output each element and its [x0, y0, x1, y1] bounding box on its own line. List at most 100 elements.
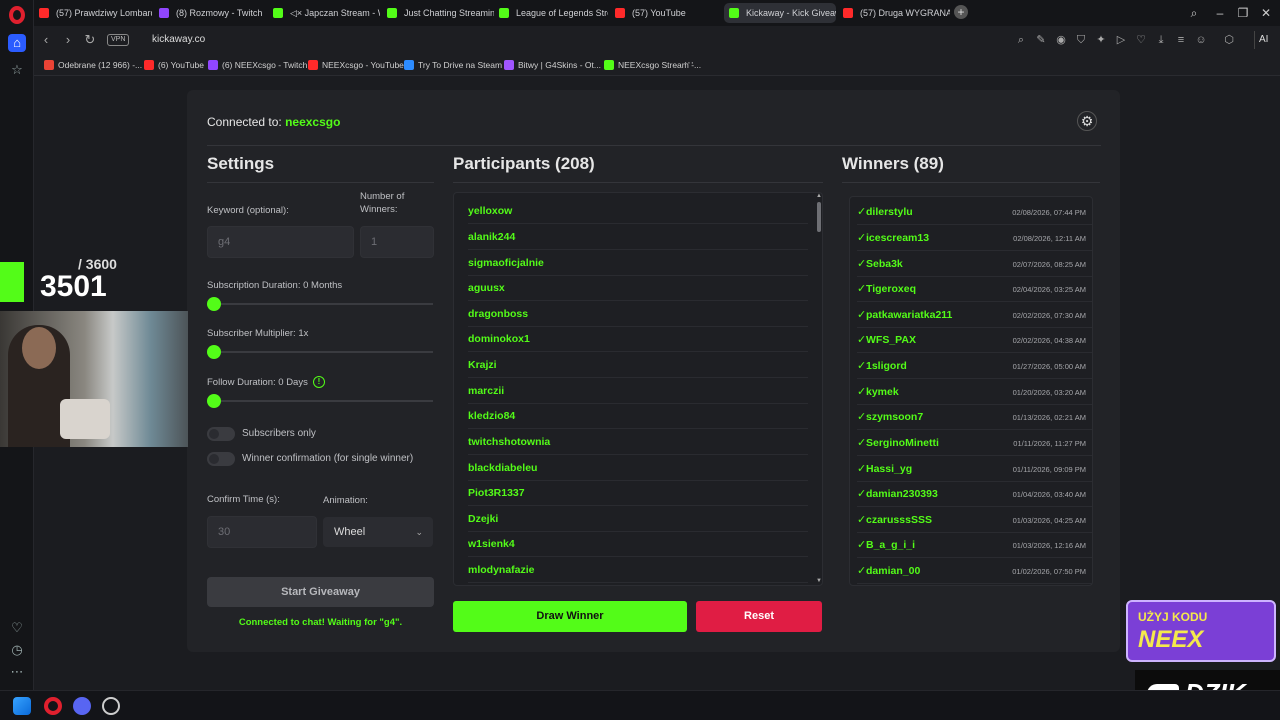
address-bar: ‹ › ↻ VPN kickaway.co ⌕ ✎ ◉ ⛉ ✦ ▷ ♡ ⤓ ≡ …: [34, 26, 1280, 54]
bookmark-1[interactable]: Odebrane (12 966) -...: [44, 58, 142, 72]
follow-duration-slider[interactable]: [207, 394, 433, 408]
winners-list[interactable]: ✓ dilerstylu 02/08/2026, 07:44 PM ✓ icescre…: [849, 196, 1093, 586]
sub-duration-label: Subscription Duration: 0 Months: [207, 280, 343, 291]
draw-winner-button[interactable]: Draw Winner: [453, 601, 687, 632]
new-tab-button[interactable]: +: [954, 5, 968, 19]
tab-7-active[interactable]: Kickaway - Kick Giveaway: [724, 3, 836, 23]
minimize-icon[interactable]: –: [1210, 3, 1230, 23]
back-icon[interactable]: ‹: [38, 31, 54, 49]
taskbar: [0, 690, 1280, 720]
bookmark-4[interactable]: NEEXcsgo - YouTube: [308, 58, 404, 72]
vpn-badge[interactable]: VPN: [107, 34, 130, 46]
check-icon: ✓: [857, 463, 867, 475]
reset-button[interactable]: Reset: [696, 601, 822, 632]
shield-icon[interactable]: ⛉: [1074, 33, 1088, 47]
star-icon[interactable]: ☆: [9, 62, 25, 78]
sub-multiplier-slider[interactable]: [207, 345, 433, 359]
giveaway-panel: Connected to: neexcsgo ⚙ Settings Keywor…: [187, 90, 1120, 652]
slider-handle[interactable]: [207, 394, 221, 408]
bookmark-5[interactable]: Try To Drive na Steam: [404, 58, 502, 72]
ai-button[interactable]: AI: [1254, 31, 1272, 49]
bookmark-3[interactable]: (6) NEEXcsgo - Twitch: [208, 58, 307, 72]
table-row: ✓ czarusssSSS 01/03/2026, 04:25 AM: [857, 508, 1092, 533]
promo-line-1: UŻYJ KODU: [1138, 610, 1208, 624]
confirm-time-input[interactable]: 30: [207, 516, 317, 548]
list-item: kledzio84: [468, 404, 808, 429]
clock-icon[interactable]: ◷: [9, 642, 25, 658]
winner-date: 02/07/2026, 08:25 AM: [1012, 260, 1086, 269]
profile-icon[interactable]: ☺: [1194, 33, 1208, 47]
list-item: Piot3R1337: [468, 481, 808, 506]
download-icon[interactable]: ⤓: [1154, 33, 1168, 47]
twitch-icon: [208, 60, 218, 70]
table-row: ✓ dilerstylu 02/08/2026, 07:44 PM: [857, 200, 1092, 225]
tab-3[interactable]: ◁× Japczan Stream - Wat: [268, 3, 380, 23]
subscribers-only-toggle[interactable]: [207, 427, 235, 441]
check-icon: ✓: [857, 283, 867, 295]
sub-duration-slider[interactable]: [207, 297, 433, 311]
participants-list[interactable]: yelloxow alanik244 sigmaoficjalnie aguus…: [453, 192, 823, 586]
tab-4[interactable]: Just Chatting Streaming: [382, 3, 494, 23]
winner-name: damian_00: [866, 565, 921, 577]
tab-5[interactable]: League of Legends Stream: [494, 3, 608, 23]
info-icon[interactable]: !: [313, 376, 325, 388]
home-icon[interactable]: ⌂: [8, 34, 26, 52]
bookmark-6[interactable]: Bitwy | G4Skins - Ot...: [504, 58, 601, 72]
animation-select[interactable]: Wheel ⌄: [323, 517, 433, 547]
tab-label: (57) YouTube: [632, 8, 686, 18]
list-item: aguusx: [468, 276, 808, 301]
tab-1[interactable]: (57) Prawdziwy Lombard: [34, 3, 152, 23]
discord-icon[interactable]: [73, 697, 91, 715]
heart-icon[interactable]: ♡: [1134, 33, 1148, 47]
forward-icon[interactable]: ›: [60, 31, 76, 49]
windows-start-icon[interactable]: [13, 697, 31, 715]
keyword-label: Keyword (optional):: [207, 205, 289, 216]
menu-icon[interactable]: ≡: [1174, 33, 1188, 47]
start-giveaway-button[interactable]: Start Giveaway: [207, 577, 434, 607]
scrollbar-thumb[interactable]: [817, 202, 821, 232]
url-field[interactable]: kickaway.co: [152, 33, 205, 47]
scroll-up-icon[interactable]: ▲: [816, 193, 822, 199]
extension-icon[interactable]: ✦: [1094, 33, 1108, 47]
winner-date: 01/27/2026, 05:00 AM: [1012, 362, 1086, 371]
table-row: ✓ damian230393 01/04/2026, 03:40 AM: [857, 482, 1092, 507]
winner-date: 02/02/2026, 07:30 AM: [1012, 311, 1086, 320]
webcam-overlay: [0, 311, 188, 447]
connected-label: Connected to:: [207, 115, 282, 129]
more-icon[interactable]: ⋯: [9, 664, 25, 680]
check-icon: ✓: [857, 309, 867, 321]
zoom-icon[interactable]: ⌕: [1014, 33, 1028, 47]
list-item: dragonboss: [468, 302, 808, 327]
winner-name: WFS_PAX: [866, 334, 916, 346]
tab-2[interactable]: (8) Rozmowy - Twitch: [154, 3, 266, 23]
winners-count-input[interactable]: 1: [360, 226, 434, 258]
bookmarks-more[interactable]: ⋯: [684, 58, 694, 69]
bookmark-2[interactable]: (6) YouTube: [144, 58, 204, 72]
reload-icon[interactable]: ↻: [82, 31, 98, 49]
youtube-icon: [843, 8, 853, 18]
edit-icon[interactable]: ✎: [1034, 33, 1048, 47]
kick-icon: [729, 8, 739, 18]
page-body: Connected to: neexcsgo ⚙ Settings Keywor…: [35, 77, 1280, 689]
camera-icon[interactable]: ◉: [1054, 33, 1068, 47]
slider-handle[interactable]: [207, 345, 221, 359]
scroll-down-icon[interactable]: ▼: [816, 578, 822, 584]
gear-icon[interactable]: ⚙: [1077, 111, 1097, 131]
cube-icon[interactable]: ⬡: [1222, 33, 1236, 47]
tab-6[interactable]: (57) YouTube: [610, 3, 722, 23]
heart-icon[interactable]: ♡: [9, 620, 25, 636]
slider-handle[interactable]: [207, 297, 221, 311]
keyword-input[interactable]: g4: [207, 226, 354, 258]
steam-icon[interactable]: [102, 697, 120, 715]
opera-logo-icon[interactable]: [9, 6, 25, 24]
opera-icon[interactable]: [44, 697, 62, 715]
channel-name: neexcsgo: [285, 115, 341, 129]
play-icon[interactable]: ▷: [1114, 33, 1128, 47]
winner-confirmation-toggle[interactable]: [207, 452, 235, 466]
close-icon[interactable]: ✕: [1256, 3, 1276, 23]
tab-8[interactable]: (57) Druga WYGRANA w L: [838, 3, 950, 23]
search-tabs-icon[interactable]: ⌕: [1184, 3, 1204, 23]
winner-date: 02/04/2026, 03:25 AM: [1012, 285, 1086, 294]
restore-icon[interactable]: ❐: [1233, 3, 1253, 23]
youtube-icon: [308, 60, 318, 70]
